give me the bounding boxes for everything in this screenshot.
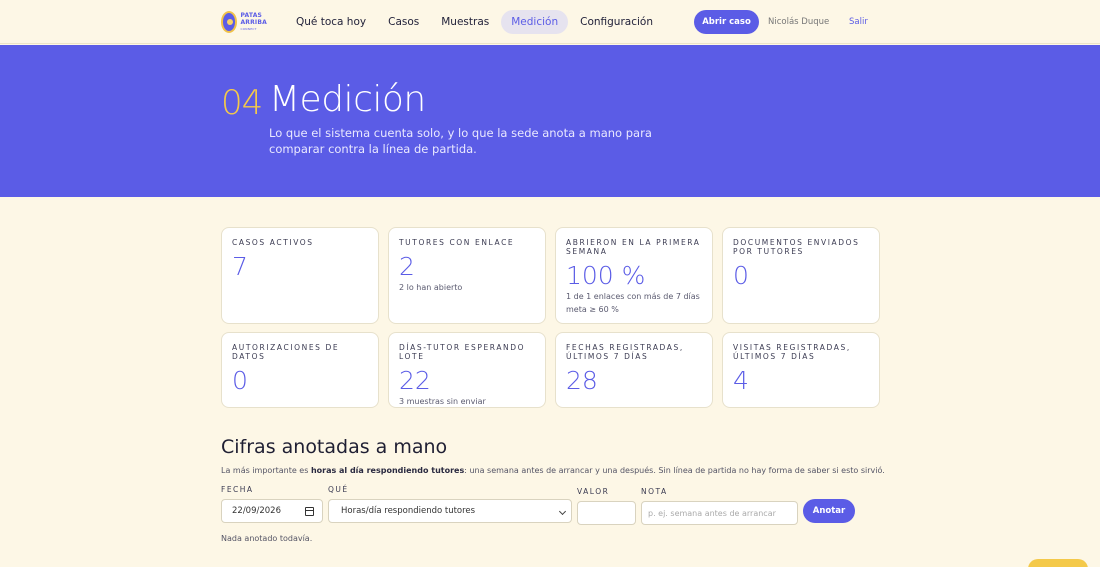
stat-value: 22 [399, 366, 431, 395]
open-case-button[interactable]: Abrir caso [694, 10, 759, 34]
nav-item-muestras[interactable]: Muestras [431, 10, 499, 34]
brand-line-3: CONNECT [240, 26, 257, 31]
nav-item-configuracion[interactable]: Configuración [570, 10, 663, 34]
stat-label: Autorizaciones de datos [232, 343, 340, 361]
stat-value: 100 % [566, 261, 646, 290]
brand-line-1: PATAS [240, 11, 263, 19]
help-widget[interactable] [1028, 559, 1088, 567]
fecha-label: Fecha [221, 485, 254, 494]
nota-input[interactable]: p. ej. semana antes de arrancar [641, 501, 798, 525]
page-description: Lo que el sistema cuenta solo, y lo que … [269, 126, 652, 156]
brand-logo[interactable]: PATAS ARRIBA CONNECT [221, 11, 267, 33]
nav-item-casos[interactable]: Casos [378, 10, 429, 34]
stat-label: Abrieron en la primera semana [566, 238, 701, 256]
stat-value: 7 [232, 252, 248, 281]
hero-banner: 04 Medición Lo que el sistema cuenta sol… [0, 45, 1100, 197]
stat-value: 2 [399, 252, 415, 281]
section-description: La más importante es horas al día respon… [221, 466, 885, 475]
valor-label: Valor [577, 487, 610, 496]
nav-item-medicion[interactable]: Medición [501, 10, 569, 34]
stat-label: Casos activos [232, 238, 314, 247]
fecha-input[interactable]: 22/09/2026 [221, 499, 323, 523]
stat-label: Tutores con enlace [399, 238, 515, 247]
top-bar: PATAS ARRIBA CONNECT Qué toca hoy Casos … [0, 0, 1100, 44]
valor-input[interactable] [577, 501, 636, 525]
stat-subtext: 1 de 1 enlaces con más de 7 días [566, 292, 700, 301]
anotar-button[interactable]: Anotar [803, 499, 855, 523]
stat-value: 0 [232, 366, 248, 395]
stat-label: Días-tutor esperando lote [399, 343, 526, 361]
stat-card-dias-tutor-esperando: Días-tutor esperando lote 22 3 muestras … [388, 332, 546, 408]
brand-line-2: ARRIBA [240, 18, 267, 26]
stat-card-fechas-registradas: Fechas registradas, últimos 7 días 28 [555, 332, 713, 408]
page-title: Medición [269, 79, 426, 120]
stat-subtext: 2 lo han abierto [399, 283, 463, 292]
stat-card-documentos-enviados: Documentos enviados por tutores 0 [722, 227, 880, 324]
stat-label: Fechas registradas, últimos 7 días [566, 343, 684, 361]
user-name: Nicolás Duque [768, 17, 830, 27]
section-number: 04 [221, 83, 263, 123]
stat-goal: meta ≥ 60 % [566, 305, 619, 314]
stat-card-abrieron-primera-semana: Abrieron en la primera semana 100 % 1 de… [555, 227, 713, 324]
empty-state-text: Nada anotado todavía. [221, 534, 313, 543]
stat-value: 28 [566, 366, 598, 395]
stat-subtext: 3 muestras sin enviar [399, 397, 486, 406]
stat-label: Visitas registradas, últimos 7 días [733, 343, 851, 361]
stat-card-autorizaciones: Autorizaciones de datos 0 [221, 332, 379, 408]
stat-value: 4 [733, 366, 749, 395]
stat-label: Documentos enviados por tutores [733, 238, 860, 256]
stat-card-visitas-registradas: Visitas registradas, últimos 7 días 4 [722, 332, 880, 408]
logout-link[interactable]: Salir [849, 17, 868, 27]
calendar-icon[interactable] [305, 507, 314, 516]
nota-label: Nota [641, 487, 668, 496]
stat-value: 0 [733, 261, 749, 290]
stat-card-casos-activos: Casos activos 7 [221, 227, 379, 324]
que-select[interactable]: Horas/día respondiendo tutores [328, 499, 572, 523]
que-label: Qué [328, 485, 349, 494]
section-title: Cifras anotadas a mano [221, 436, 448, 458]
nav-item-que-toca-hoy[interactable]: Qué toca hoy [286, 10, 376, 34]
paw-logo-icon [221, 11, 238, 33]
stat-card-tutores-con-enlace: Tutores con enlace 2 2 lo han abierto [388, 227, 546, 324]
chevron-down-icon [558, 507, 567, 516]
stats-grid: Casos activos 7 Tutores con enlace 2 2 l… [221, 227, 880, 408]
main-nav: Qué toca hoy Casos Muestras Medición Con… [286, 10, 665, 34]
